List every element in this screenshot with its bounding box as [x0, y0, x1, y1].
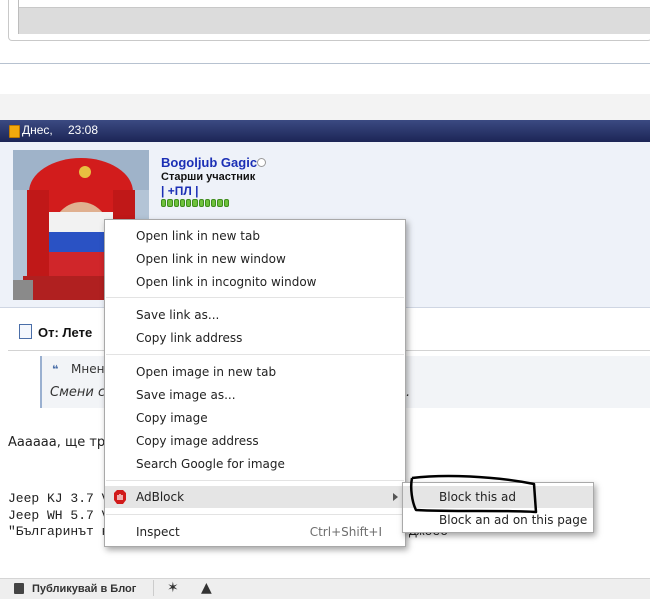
report-warning-icon[interactable]: ▲: [201, 580, 212, 596]
divider: [0, 63, 650, 64]
post-icon: [19, 324, 32, 339]
menu-item-label: AdBlock: [136, 490, 185, 504]
blog-icon: [14, 583, 24, 594]
post-time: 23:08: [68, 123, 99, 137]
reputation-pip: [173, 199, 179, 207]
quote-author: Мнен: [71, 362, 105, 376]
reputation-bar: [161, 199, 229, 207]
submenu-arrow-icon: [393, 493, 398, 501]
menu-item-label: Save link as...: [136, 308, 220, 322]
menu-item-label: Copy link address: [136, 331, 243, 345]
post-header: Днес, 23:08: [0, 120, 650, 142]
reputation-pip: [223, 199, 229, 207]
top-panel-strip: [19, 0, 650, 8]
post-title: От: Лете: [38, 325, 93, 340]
menu-item-open-link-new-tab[interactable]: Open link in new tab: [105, 225, 405, 247]
menu-item-copy-link-address[interactable]: Copy link address: [105, 327, 405, 349]
scribble-annotation: [409, 474, 538, 514]
post-date: Днес,: [22, 123, 53, 137]
reputation-pip: [192, 199, 198, 207]
menu-item-copy-image[interactable]: Copy image: [105, 407, 405, 429]
menu-item-label: Open image in new tab: [136, 365, 277, 379]
menu-item-shortcut: Ctrl+Shift+I: [309, 525, 382, 539]
menu-item-open-link-new-window[interactable]: Open link in new window: [105, 248, 405, 270]
quote-icon: ❝: [52, 363, 59, 376]
adblock-icon: [114, 490, 126, 504]
menu-item-save-link[interactable]: Save link as...: [105, 304, 405, 326]
star-icon[interactable]: ✶: [167, 580, 179, 596]
menu-item-label: Save image as...: [136, 388, 236, 402]
menu-item-adblock[interactable]: AdBlock: [105, 486, 405, 508]
signature-line: Jeep WH 5.7 V: [8, 508, 110, 523]
post-body-text: Аааааа, ще тр: [8, 435, 106, 450]
menu-item-label: Open link in incognito window: [136, 275, 317, 289]
action-divider: [153, 580, 154, 596]
menu-item-copy-image-address[interactable]: Copy image address: [105, 430, 405, 452]
reputation-pip: [198, 199, 204, 207]
menu-separator: [106, 514, 404, 515]
menu-item-label: Copy image address: [136, 434, 259, 448]
menu-separator: [106, 354, 404, 355]
context-menu: Open link in new tab Open link in new wi…: [104, 219, 406, 547]
reputation-pip: [217, 199, 223, 207]
publish-to-blog-button[interactable]: Публикувай в Блог: [32, 583, 136, 595]
menu-item-save-image[interactable]: Save image as...: [105, 384, 405, 406]
menu-item-label: Copy image: [136, 411, 208, 425]
menu-separator: [106, 480, 404, 481]
post-date-icon: [9, 125, 20, 138]
quote-text: Смени с: [50, 385, 106, 400]
menu-item-inspect[interactable]: Inspect Ctrl+Shift+I: [105, 521, 405, 543]
offline-status-icon: [257, 158, 266, 167]
menu-item-label: Inspect: [136, 525, 180, 539]
reputation-pip: [186, 199, 192, 207]
reputation-pip: [179, 199, 186, 207]
menu-item-open-image-new-tab[interactable]: Open image in new tab: [105, 361, 405, 383]
menu-item-label: Search Google for image: [136, 457, 285, 471]
user-title: Старши участник: [161, 171, 256, 183]
reputation-pip: [167, 199, 173, 207]
menu-separator: [106, 297, 404, 298]
menu-item-label: Open link in new window: [136, 252, 286, 266]
signature-line: Jeep KJ 3.7 V: [8, 491, 110, 506]
menu-item-label: Open link in new tab: [136, 229, 260, 243]
menu-item-open-link-incognito[interactable]: Open link in incognito window: [105, 271, 405, 293]
menu-item-search-google-image[interactable]: Search Google for image: [105, 453, 405, 475]
reputation-pip: [161, 199, 167, 207]
username-link[interactable]: Bogoljub Gagic: [161, 155, 257, 170]
signature-line: "Българинът н: [8, 524, 110, 539]
reputation-pip: [204, 199, 211, 207]
private-message-link[interactable]: | +ПЛ |: [161, 184, 198, 198]
reputation-pip: [211, 199, 217, 207]
page-gap: [0, 94, 650, 120]
